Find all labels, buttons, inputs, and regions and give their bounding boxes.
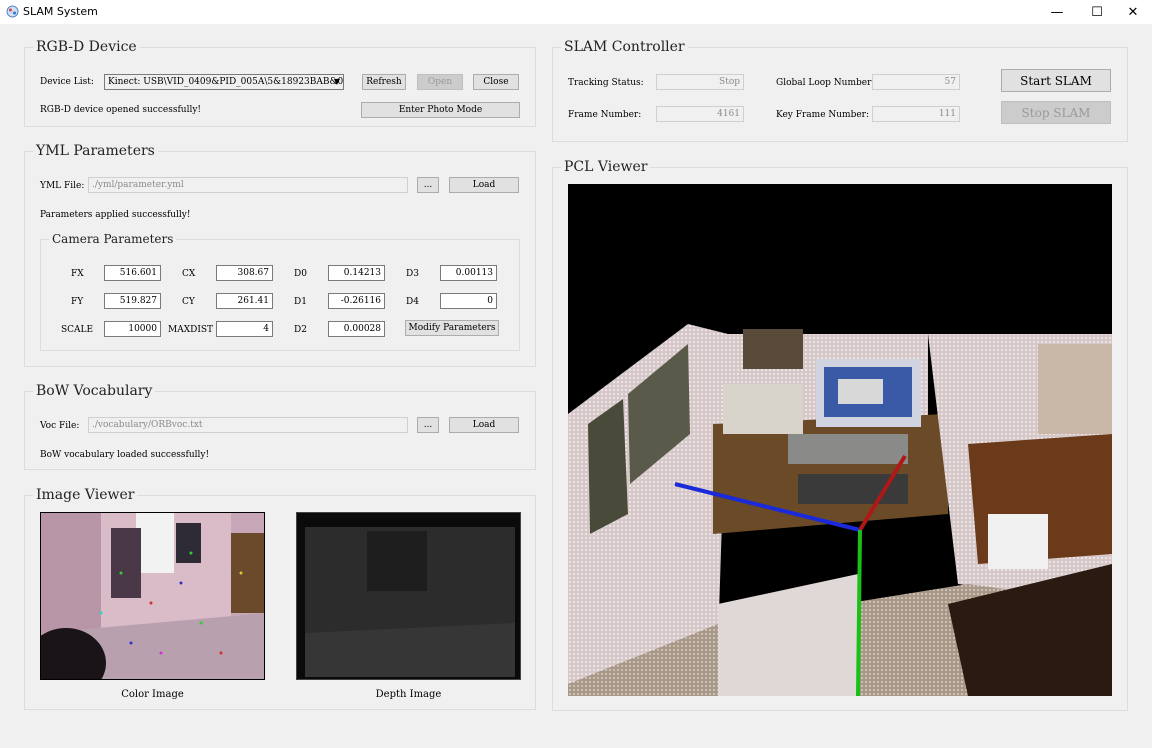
maxdist-label: MAXDIST — [168, 325, 214, 335]
d3-label: D3 — [406, 269, 419, 279]
d4-input[interactable]: 0 — [440, 293, 497, 309]
image-viewer-title: Image Viewer — [33, 486, 138, 504]
yml-status-text: Parameters applied successfully! — [40, 210, 191, 220]
pcl-viewer-group: PCL Viewer — [552, 158, 1128, 711]
voc-file-field[interactable]: ./vocabulary/ORBvoc.txt — [88, 417, 408, 433]
cx-label: CX — [182, 269, 196, 279]
device-list-label: Device List: — [40, 77, 94, 87]
scale-label: SCALE — [61, 325, 94, 335]
d2-label: D2 — [294, 325, 307, 335]
d0-label: D0 — [294, 269, 307, 279]
bow-status-text: BoW vocabulary loaded successfully! — [40, 450, 210, 460]
bow-vocabulary-group: BoW Vocabulary Voc File: ./vocabulary/OR… — [24, 382, 536, 470]
maximize-icon: ☐ — [1091, 4, 1103, 20]
global-loop-field: 57 — [872, 74, 960, 90]
close-window-button[interactable]: ✕ — [1116, 0, 1150, 24]
yml-file-label: YML File: — [40, 181, 85, 191]
color-image-caption: Color Image — [121, 689, 184, 700]
scale-input[interactable]: 10000 — [104, 321, 161, 337]
close-icon: ✕ — [1127, 4, 1139, 20]
tracking-status-label: Tracking Status: — [568, 78, 644, 88]
fx-label: FX — [71, 269, 84, 279]
device-list-value: Kinect: USB\VID_0409&PID_005A\5&18923BAB… — [108, 77, 344, 87]
rgbd-device-group: RGB-D Device Device List: Kinect: USB\VI… — [24, 38, 536, 127]
cx-input[interactable]: 308.67 — [216, 265, 273, 281]
fy-label: FY — [71, 297, 84, 307]
depth-image-caption: Depth Image — [375, 689, 442, 700]
image-viewer-group: Image Viewer Color Image Depth Image — [24, 486, 536, 710]
yml-browse-button[interactable]: ... — [417, 177, 439, 193]
minimize-icon: — — [1050, 4, 1064, 20]
color-image — [40, 512, 265, 680]
d4-label: D4 — [406, 297, 419, 307]
modify-parameters-button[interactable]: Modify Parameters — [405, 320, 499, 336]
global-loop-label: Global Loop Number: — [776, 78, 875, 88]
rgbd-status-text: RGB-D device opened successfully! — [40, 105, 202, 115]
slam-controller-group: SLAM Controller Tracking Status: Stop Gl… — [552, 38, 1128, 142]
open-button[interactable]: Open — [417, 74, 463, 90]
yml-load-button[interactable]: Load — [449, 177, 519, 193]
yml-group-title: YML Parameters — [33, 142, 158, 160]
window-titlebar: SLAM System — ☐ ✕ — [0, 0, 1152, 24]
yml-file-field[interactable]: ./yml/parameter.yml — [88, 177, 408, 193]
stop-slam-button[interactable]: Stop SLAM — [1001, 101, 1111, 124]
maximize-button[interactable]: ☐ — [1080, 0, 1114, 24]
fy-input[interactable]: 519.827 — [104, 293, 161, 309]
point-cloud-view[interactable] — [568, 184, 1112, 696]
start-slam-button[interactable]: Start SLAM — [1001, 69, 1111, 92]
cy-input[interactable]: 261.41 — [216, 293, 273, 309]
pcl-group-title: PCL Viewer — [561, 158, 651, 176]
close-device-button[interactable]: Close — [473, 74, 519, 90]
device-list-combo[interactable]: Kinect: USB\VID_0409&PID_005A\5&18923BAB… — [104, 74, 344, 90]
d0-input[interactable]: 0.14213 — [328, 265, 385, 281]
slam-group-title: SLAM Controller — [561, 38, 688, 56]
d2-input[interactable]: 0.00028 — [328, 321, 385, 337]
rgbd-group-title: RGB-D Device — [33, 38, 140, 56]
refresh-button[interactable]: Refresh — [362, 74, 406, 90]
key-frame-label: Key Frame Number: — [776, 110, 870, 120]
cy-label: CY — [182, 297, 195, 307]
d3-input[interactable]: 0.00113 — [440, 265, 497, 281]
window-title: SLAM System — [23, 5, 98, 18]
camera-group-title: Camera Parameters — [49, 230, 177, 248]
key-frame-field: 111 — [872, 106, 960, 122]
d1-input[interactable]: -0.26116 — [328, 293, 385, 309]
frame-number-label: Frame Number: — [568, 110, 642, 120]
voc-load-button[interactable]: Load — [449, 417, 519, 433]
maxdist-input[interactable]: 4 — [216, 321, 273, 337]
chevron-down-icon: ▼ — [333, 77, 340, 86]
minimize-button[interactable]: — — [1040, 0, 1074, 24]
voc-browse-button[interactable]: ... — [417, 417, 439, 433]
photo-mode-button[interactable]: Enter Photo Mode — [361, 102, 520, 118]
frame-number-field: 4161 — [656, 106, 744, 122]
yml-parameters-group: YML Parameters YML File: ./yml/parameter… — [24, 142, 536, 367]
camera-parameters-group: Camera Parameters FX 516.601 CX 308.67 D… — [40, 230, 520, 351]
voc-file-label: Voc File: — [40, 421, 80, 431]
d1-label: D1 — [294, 297, 307, 307]
fx-input[interactable]: 516.601 — [104, 265, 161, 281]
bow-group-title: BoW Vocabulary — [33, 382, 156, 400]
tracking-status-field: Stop — [656, 74, 744, 90]
app-icon — [6, 5, 19, 18]
depth-image — [296, 512, 521, 680]
